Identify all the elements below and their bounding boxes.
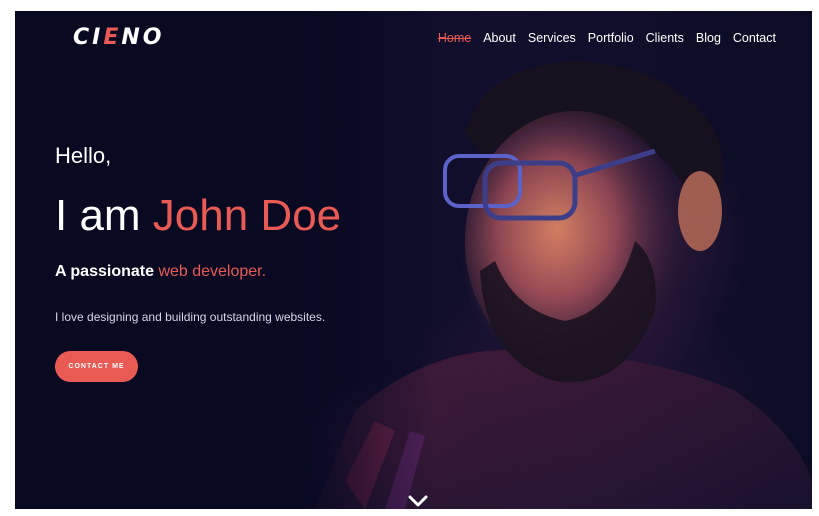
contact-me-button[interactable]: CONTACT ME xyxy=(55,351,138,382)
nav-about-link[interactable]: About xyxy=(483,31,516,45)
hero-description: I love designing and building outstandin… xyxy=(55,310,326,324)
hero-greeting: Hello, xyxy=(55,143,112,168)
tagline-highlight: web developer. xyxy=(158,263,267,280)
logo-text-end: NO xyxy=(121,25,165,50)
logo-accent-letter: E xyxy=(103,25,122,50)
logo-text: CI xyxy=(73,25,104,50)
hero-headline: I am John Doe xyxy=(55,191,341,241)
nav-blog-link[interactable]: Blog xyxy=(696,31,721,45)
nav-contact-link[interactable]: Contact xyxy=(733,31,776,45)
text-backdrop xyxy=(15,11,435,509)
hero-intro: I am xyxy=(55,191,153,240)
nav-portfolio-link[interactable]: Portfolio xyxy=(588,31,634,45)
main-nav: Home About Services Portfolio Clients Bl… xyxy=(438,31,776,45)
tagline-prefix: A passionate xyxy=(55,263,159,280)
nav-clients-link[interactable]: Clients xyxy=(646,31,684,45)
hero-section: CIENO Home About Services Portfolio Clie… xyxy=(15,11,812,509)
nav-services-link[interactable]: Services xyxy=(528,31,576,45)
nav-home-link[interactable]: Home xyxy=(438,31,471,45)
hero-name: John Doe xyxy=(152,191,342,240)
chevron-down-icon[interactable] xyxy=(408,494,428,508)
hero-tagline: A passionate web developer. xyxy=(55,263,266,281)
site-logo[interactable]: CIENO xyxy=(73,25,165,50)
